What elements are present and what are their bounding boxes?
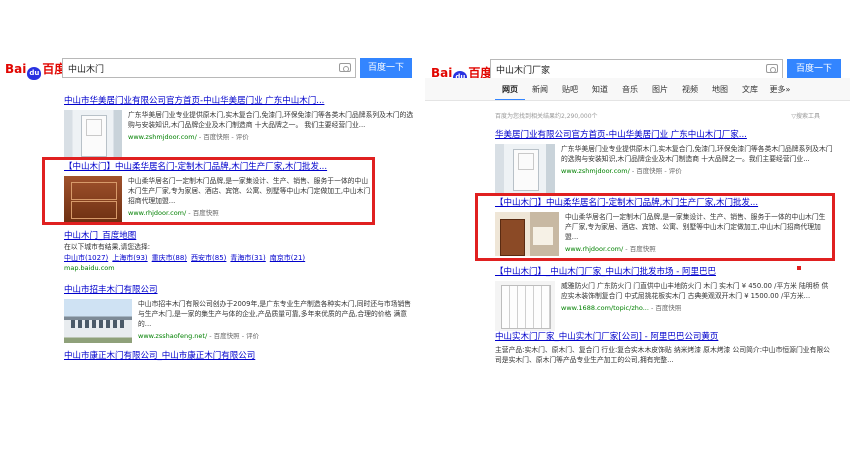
result-item-featured: 【中山木门】中山柔华居名门-定制木门品牌,木门生产厂家,木门批发... 中山柔华… (64, 161, 374, 222)
result-desc: 广东华美居门业专业提供原木门,实木复合门,免漆门,环保免漆门等各类木门品牌系列及… (128, 111, 414, 129)
search-box (490, 59, 783, 79)
result-thumbnail[interactable] (64, 176, 122, 222)
result-url[interactable]: www.zshmjdoor.com/ (561, 167, 630, 175)
result-thumbnail[interactable] (495, 212, 559, 256)
cache-link[interactable]: - 百度快照 - 评价 (199, 133, 249, 141)
camera-icon[interactable] (339, 63, 351, 72)
search-input[interactable] (63, 59, 355, 77)
cache-link[interactable]: - 百度快照 - 评价 (209, 332, 259, 340)
result-desc: 中山柔华居名门一定制木门品牌,是一家集设计、生产、销售、服务于一体的中山木门生产… (128, 177, 371, 205)
red-marker (797, 266, 801, 270)
result-thumbnail[interactable] (64, 110, 122, 160)
city-link[interactable]: 中山市(1027) (64, 254, 108, 262)
search-tools-button[interactable]: ▽搜索工具 (791, 111, 820, 120)
result-item: 中山市华美居门业有限公司官方首页-中山华美居门业 广东中山木门... 广东华美居… (64, 95, 414, 160)
result-title[interactable]: 【中山木门】中山柔华居名门-定制木门品牌,木门生产厂家,木门批发... (64, 161, 374, 173)
result-url[interactable]: www.rhjdoor.com/ (565, 245, 623, 253)
tab-map[interactable]: 地图 (705, 84, 735, 101)
result-desc: 中山市招丰木门有限公司创办于2009年,是广东专业生产制造各种实木门,同时还与市… (138, 300, 412, 328)
cache-link[interactable]: - 百度快照 - 评价 (632, 167, 682, 175)
result-title[interactable]: 【中山木门】_中山木门厂家_中山木门批发市场 - 阿里巴巴 (495, 266, 835, 278)
tab-web[interactable]: 网页 (495, 84, 525, 101)
city-link[interactable]: 重庆市(88) (152, 254, 187, 262)
search-button[interactable]: 百度一下 (787, 59, 841, 79)
result-thumbnail[interactable] (495, 144, 555, 194)
map-result: 中山木门_百度地图 在以下城市有结果,请您选择: 中山市(1027) 上海市(93… (64, 230, 414, 272)
result-url[interactable]: map.baidu.com (64, 264, 414, 272)
city-link[interactable]: 西安市(85) (191, 254, 226, 262)
result-item: 【中山木门】_中山木门厂家_中山木门批发市场 - 阿里巴巴 威雅防火门 广东防火… (495, 266, 835, 331)
result-desc: 在以下城市有结果,请您选择: (64, 243, 151, 251)
result-title[interactable]: 中山市华美居门业有限公司官方首页-中山华美居门业 广东中山木门... (64, 95, 414, 107)
result-title[interactable]: 华美居门业有限公司官方首页-中山华美居门业 广东中山木门厂家... (495, 129, 835, 141)
result-stats: 百度为您找到相关结果约2,290,000个 (495, 113, 598, 120)
tab-zhidao[interactable]: 知道 (585, 84, 615, 101)
result-item-featured: 【中山木门】中山柔华居名门-定制木门品牌,木门生产厂家,木门批发... 中山柔华… (495, 197, 830, 256)
paw-icon: du (27, 67, 42, 80)
nav-tabs: 网页 新闻 贴吧 知道 音乐 图片 视频 地图 文库 更多» (495, 84, 795, 101)
result-thumbnail[interactable] (64, 299, 132, 343)
result-title[interactable]: 中山市康正木门有限公司_中山市康正木门有限公司 (64, 350, 414, 362)
tab-video[interactable]: 视频 (675, 84, 705, 101)
result-title[interactable]: 中山市招丰木门有限公司 (64, 284, 414, 296)
tab-images[interactable]: 图片 (645, 84, 675, 101)
result-desc: 广东华美居门业专业提供原木门,实木复合门,免漆门,环保免漆门等各类木门品牌系列及… (561, 145, 833, 163)
cache-link[interactable]: - 百度快照 (188, 209, 218, 217)
nav-divider (425, 100, 850, 101)
tab-tieba[interactable]: 贴吧 (555, 84, 585, 101)
result-item: 中山实木门厂家_中山实木门厂家[公司] - 阿里巴巴公司黄页 主营产品:实木门、… (495, 331, 835, 365)
tab-news[interactable]: 新闻 (525, 84, 555, 101)
result-thumbnail[interactable] (495, 281, 555, 331)
city-link[interactable]: 南京市(21) (270, 254, 305, 262)
baidu-logo[interactable]: Bai du 百度 (5, 60, 66, 80)
search-box (62, 58, 356, 78)
city-links: 中山市(1027) 上海市(93) 重庆市(88) 西安市(85) 青海市(31) 南京市… (64, 253, 414, 263)
camera-icon[interactable] (766, 64, 778, 73)
cache-link[interactable]: - 百度快照 (651, 304, 681, 312)
search-button[interactable]: 百度一下 (360, 58, 412, 78)
search-input[interactable] (491, 60, 782, 78)
result-title[interactable]: 中山实木门厂家_中山实木门厂家[公司] - 阿里巴巴公司黄页 (495, 331, 835, 343)
result-item: 中山市招丰木门有限公司 中山市招丰木门有限公司创办于2009年,是广东专业生产制… (64, 284, 414, 343)
result-url[interactable]: www.zshmjdoor.com/ (128, 133, 197, 141)
result-url[interactable]: www.zsshaofeng.net/ (138, 332, 207, 340)
result-title[interactable]: 【中山木门】中山柔华居名门-定制木门品牌,木门生产厂家,木门批发... (495, 197, 830, 209)
result-desc: 主营产品:实木门、原木门、复合门 行业:复合实木木皮饰贴 纳米烤漆 原木烤漆 公… (495, 346, 830, 364)
result-desc: 中山柔华居名门一定制木门品牌,是一家集设计、生产、销售、服务于一体的中山木门生产… (565, 213, 826, 241)
city-link[interactable]: 上海市(93) (112, 254, 147, 262)
cache-link[interactable]: - 百度快照 (625, 245, 655, 253)
right-search-page: Baidu百度 百度一下 网页 新闻 贴吧 知道 音乐 图片 视频 地图 文库 … (425, 0, 850, 450)
result-item: 华美居门业有限公司官方首页-中山华美居门业 广东中山木门厂家... 广东华美居门… (495, 129, 835, 194)
result-url[interactable]: www.1688.com/topic/zho... (561, 304, 649, 312)
result-url[interactable]: www.rhjdoor.com/ (128, 209, 186, 217)
result-item: 中山市康正木门有限公司_中山市康正木门有限公司 (64, 350, 414, 362)
tab-more[interactable]: 更多» (765, 84, 795, 101)
tab-music[interactable]: 音乐 (615, 84, 645, 101)
result-desc: 威雅防火门 广东防火门 门直供中山丰地防火门 木门 实木门 ¥ 450.00 /… (561, 282, 829, 300)
tab-wenku[interactable]: 文库 (735, 84, 765, 101)
city-link[interactable]: 青海市(31) (230, 254, 265, 262)
left-search-page: Baidu百度 百度一下 中山市华美居门业有限公司官方首页-中山华美居门业 广东… (0, 0, 420, 450)
result-title[interactable]: 中山木门_百度地图 (64, 230, 414, 242)
